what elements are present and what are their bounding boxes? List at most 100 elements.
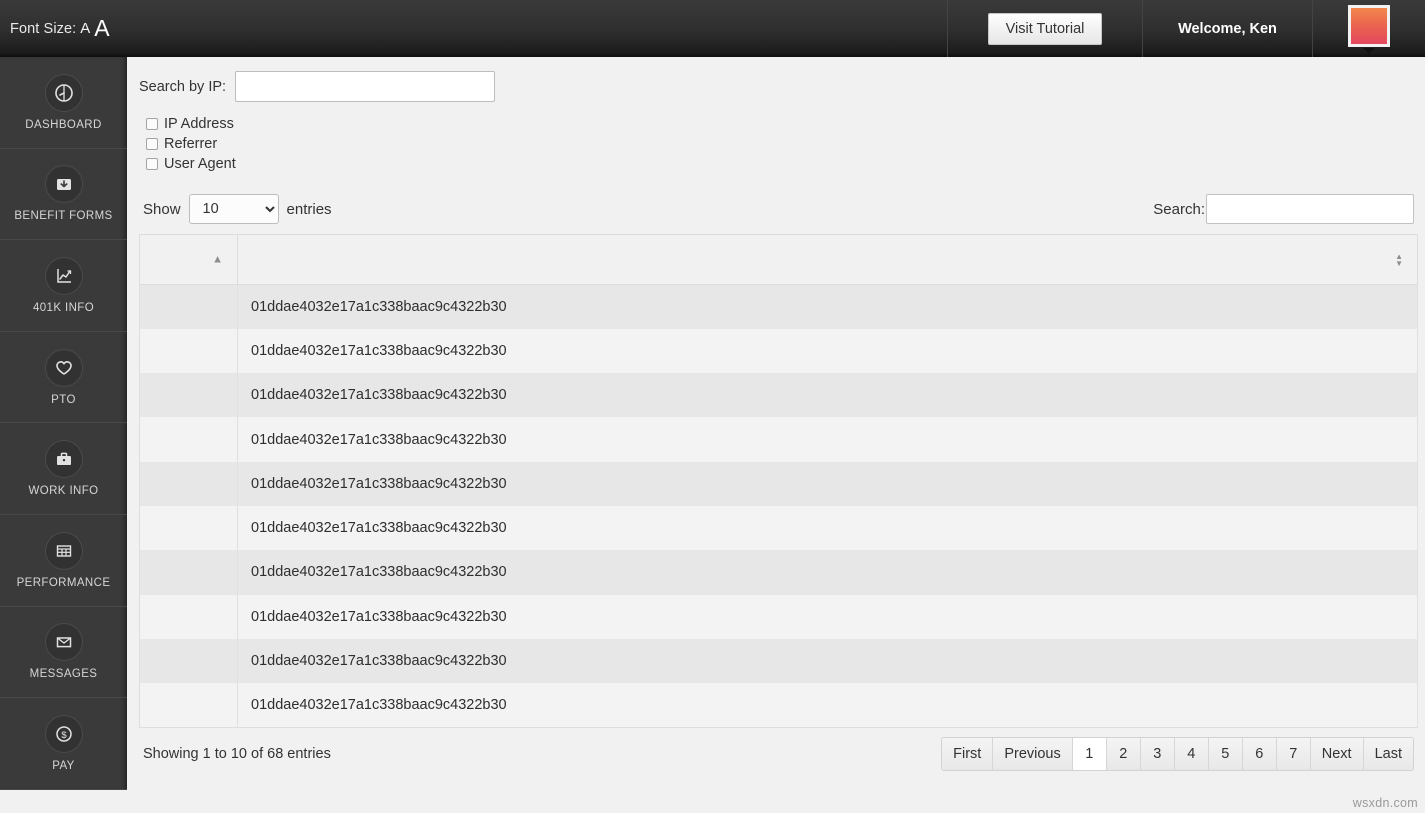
cell-first (139, 373, 238, 418)
pagination: First Previous 1 2 3 4 5 6 7 Next Last (941, 736, 1414, 771)
table-row[interactable]: 01ddae4032e17a1c338baac9c4322b30 (139, 417, 1418, 462)
cell-hash: 01ddae4032e17a1c338baac9c4322b30 (237, 638, 1418, 684)
table-row[interactable]: 01ddae4032e17a1c338baac9c4322b30 (139, 683, 1418, 728)
table-row[interactable]: 01ddae4032e17a1c338baac9c4322b30 (139, 638, 1418, 684)
table-search-control: Search: (1153, 194, 1414, 224)
chevron-updown-icon[interactable]: ▲ ▼ (1395, 252, 1403, 267)
page-button-4[interactable]: 4 (1174, 737, 1209, 770)
sidebar-item-dashboard[interactable]: DASHBOARD (0, 57, 127, 149)
sidebar-item-pay[interactable]: $ PAY (0, 698, 127, 790)
table-row[interactable]: 01ddae4032e17a1c338baac9c4322b30 (139, 284, 1418, 329)
sidebar-item-messages[interactable]: MESSAGES (0, 607, 127, 699)
column-header-hash[interactable]: ▲ ▼ (237, 234, 1418, 285)
column-header-first[interactable]: ▲ (139, 234, 238, 285)
ip-search-label: Search by IP: (139, 78, 227, 95)
top-header-bar: Font Size: A A Visit Tutorial Welcome, K… (0, 0, 1425, 57)
ip-search-row: Search by IP: (139, 71, 1417, 102)
chevron-up-icon[interactable]: ▲ (212, 254, 223, 265)
welcome-message: Welcome, Ken (1178, 20, 1277, 37)
checkbox-label: Referrer (164, 136, 218, 152)
watermark: wsxdn.com (1352, 796, 1418, 810)
dashboard-gauge-icon (44, 73, 83, 112)
entries-label: entries (286, 200, 332, 218)
entries-per-page-select[interactable]: 102550100 (188, 194, 279, 224)
table-row[interactable]: 01ddae4032e17a1c338baac9c4322b30 (139, 328, 1418, 374)
visit-tutorial-button[interactable]: Visit Tutorial (987, 12, 1103, 45)
cell-first (139, 683, 238, 728)
cell-hash: 01ddae4032e17a1c338baac9c4322b30 (237, 505, 1418, 551)
table-row[interactable]: 01ddae4032e17a1c338baac9c4322b30 (139, 373, 1418, 418)
table-search-input[interactable] (1206, 194, 1414, 224)
filter-checkbox-referrer[interactable]: Referrer (139, 136, 1417, 152)
briefcase-icon (44, 440, 83, 479)
table-row[interactable]: 01ddae4032e17a1c338baac9c4322b30 (139, 505, 1418, 551)
table-row[interactable]: 01ddae4032e17a1c338baac9c4322b30 (139, 594, 1418, 639)
page-button-3[interactable]: 3 (1140, 737, 1175, 770)
sidebar-item-label: DASHBOARD (25, 118, 102, 131)
sidebar-item-label: MESSAGES (29, 668, 98, 681)
filter-checkbox-user-agent[interactable]: User Agent (139, 156, 1417, 172)
page-button-6[interactable]: 6 (1242, 737, 1277, 770)
show-label: Show (143, 200, 181, 218)
cell-hash: 01ddae4032e17a1c338baac9c4322b30 (237, 683, 1418, 728)
inbox-download-icon (44, 165, 83, 204)
font-size-large-button[interactable]: A (94, 17, 109, 40)
page-button-next[interactable]: Next (1310, 737, 1364, 770)
ip-search-input[interactable] (235, 71, 496, 102)
table-row[interactable]: 01ddae4032e17a1c338baac9c4322b30 (139, 550, 1418, 595)
cell-hash: 01ddae4032e17a1c338baac9c4322b30 (237, 328, 1418, 374)
cell-first (139, 417, 238, 462)
search-label: Search: (1153, 200, 1205, 218)
checkbox-user-agent[interactable] (146, 158, 158, 170)
sidebar-item-label: BENEFIT FORMS (14, 210, 113, 223)
page-button-2[interactable]: 2 (1106, 737, 1141, 770)
page-button-previous[interactable]: Previous (993, 737, 1073, 770)
filter-checkbox-ip-address[interactable]: IP Address (139, 116, 1417, 132)
cell-hash: 01ddae4032e17a1c338baac9c4322b30 (237, 373, 1418, 418)
sidebar-item-performance[interactable]: PERFORMANCE (0, 515, 127, 607)
cell-first (139, 328, 238, 374)
table-body: 01ddae4032e17a1c338baac9c4322b30 01ddae40… (139, 284, 1418, 728)
line-chart-icon (44, 256, 83, 295)
sidebar-item-label: PTO (51, 393, 76, 406)
page-button-5[interactable]: 5 (1208, 737, 1243, 770)
cell-first (139, 550, 238, 595)
font-size-control: Font Size: A A (0, 0, 947, 57)
page-button-1[interactable]: 1 (1072, 737, 1107, 770)
dollar-circle-icon: $ (44, 714, 83, 753)
table-head: ▲ ▲ ▼ (139, 234, 1418, 285)
table-footer: Showing 1 to 10 of 68 entries First Previ… (139, 736, 1417, 771)
page-button-first[interactable]: First (942, 737, 994, 770)
showing-entries-text: Showing 1 to 10 of 68 entries (143, 745, 331, 762)
avatar-cell[interactable] (1312, 0, 1425, 57)
cell-hash: 01ddae4032e17a1c338baac9c4322b30 (237, 594, 1418, 639)
cell-hash: 01ddae4032e17a1c338baac9c4322b30 (237, 284, 1418, 329)
cell-first (139, 505, 238, 551)
checkbox-ip-address[interactable] (146, 118, 158, 130)
sidebar-navigation: DASHBOARD BENEFIT FORMS 401K INFO PTO WO… (0, 57, 127, 790)
svg-text:$: $ (61, 730, 67, 741)
font-size-small-button[interactable]: A (80, 20, 90, 37)
caret-down-icon[interactable] (1363, 48, 1375, 54)
cell-first (139, 594, 238, 639)
cell-hash: 01ddae4032e17a1c338baac9c4322b30 (237, 550, 1418, 595)
sidebar-item-401k-info[interactable]: 401K INFO (0, 240, 127, 332)
page-button-7[interactable]: 7 (1276, 737, 1311, 770)
sidebar-item-work-info[interactable]: WORK INFO (0, 423, 127, 515)
cell-first (139, 638, 238, 684)
checkbox-referrer[interactable] (146, 138, 158, 150)
cell-hash: 01ddae4032e17a1c338baac9c4322b30 (237, 461, 1418, 506)
sidebar-item-benefit-forms[interactable]: BENEFIT FORMS (0, 149, 127, 241)
tutorial-cell: Visit Tutorial (947, 0, 1142, 57)
sidebar-item-label: 401K INFO (32, 301, 95, 314)
avatar-menu-toggle[interactable] (1348, 3, 1390, 54)
records-table: ▲ ▲ ▼ 01ddae4032e17a1c338baac9c4322b30 01… (139, 234, 1418, 728)
table-row[interactable]: 01ddae4032e17a1c338baac9c4322b30 (139, 461, 1418, 506)
sidebar-item-pto[interactable]: PTO (0, 332, 127, 424)
table-header-row: ▲ ▲ ▼ (139, 234, 1418, 285)
page-button-last[interactable]: Last (1363, 737, 1413, 770)
envelope-icon (44, 623, 83, 662)
avatar[interactable] (1348, 5, 1390, 47)
checkbox-label: IP Address (164, 116, 234, 132)
sidebar-item-label: PERFORMANCE (16, 576, 111, 589)
